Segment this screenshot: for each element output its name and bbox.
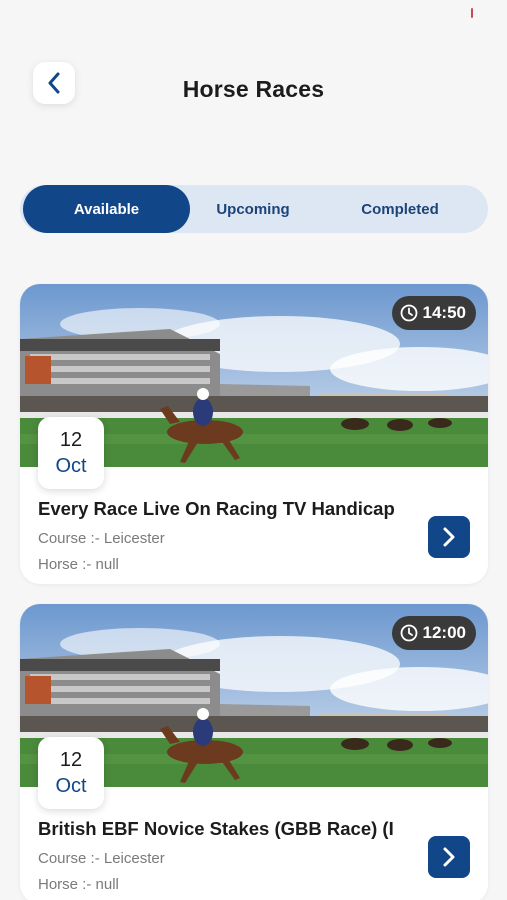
race-date-day: 12 <box>59 749 83 771</box>
race-time-badge: 14:50 <box>391 296 476 330</box>
status-bar <box>0 0 507 26</box>
race-date-day: 12 <box>59 429 83 451</box>
race-time: 14:50 <box>422 303 466 322</box>
race-date: 12 Oct <box>38 737 104 809</box>
race-date: 12 Oct <box>38 417 104 489</box>
race-card[interactable]: 12:00 12 Oct British EBF Novice Stakes (… <box>20 604 488 900</box>
race-title: Every Race Live On Racing TV Handicap <box>38 498 395 519</box>
race-horse: Horse :- null <box>38 876 119 893</box>
race-date-month: Oct <box>55 455 87 477</box>
tab-upcoming[interactable]: Upcoming <box>182 185 324 233</box>
tab-completed[interactable]: Completed <box>330 185 470 233</box>
open-race-button[interactable] <box>428 836 470 878</box>
chevron-right-icon <box>443 847 455 867</box>
race-date-month: Oct <box>55 775 87 797</box>
open-race-button[interactable] <box>428 516 470 558</box>
status-indicator <box>471 8 473 18</box>
race-time-badge: 12:00 <box>391 616 476 650</box>
race-course: Course :- Leicester <box>38 530 165 547</box>
page-title: Horse Races <box>182 76 325 102</box>
race-card[interactable]: 14:50 12 Oct Every Race Live On Racing T… <box>20 284 488 584</box>
race-horse: Horse :- null <box>38 556 119 573</box>
chevron-right-icon <box>443 527 455 547</box>
race-title: British EBF Novice Stakes (GBB Race) (I <box>38 818 394 839</box>
clock-icon <box>400 304 417 322</box>
race-status-tabs: Available Upcoming Completed <box>20 185 488 233</box>
race-time: 12:00 <box>422 623 466 642</box>
clock-icon <box>400 624 417 642</box>
race-course: Course :- Leicester <box>38 850 165 867</box>
tab-available[interactable]: Available <box>23 185 190 233</box>
